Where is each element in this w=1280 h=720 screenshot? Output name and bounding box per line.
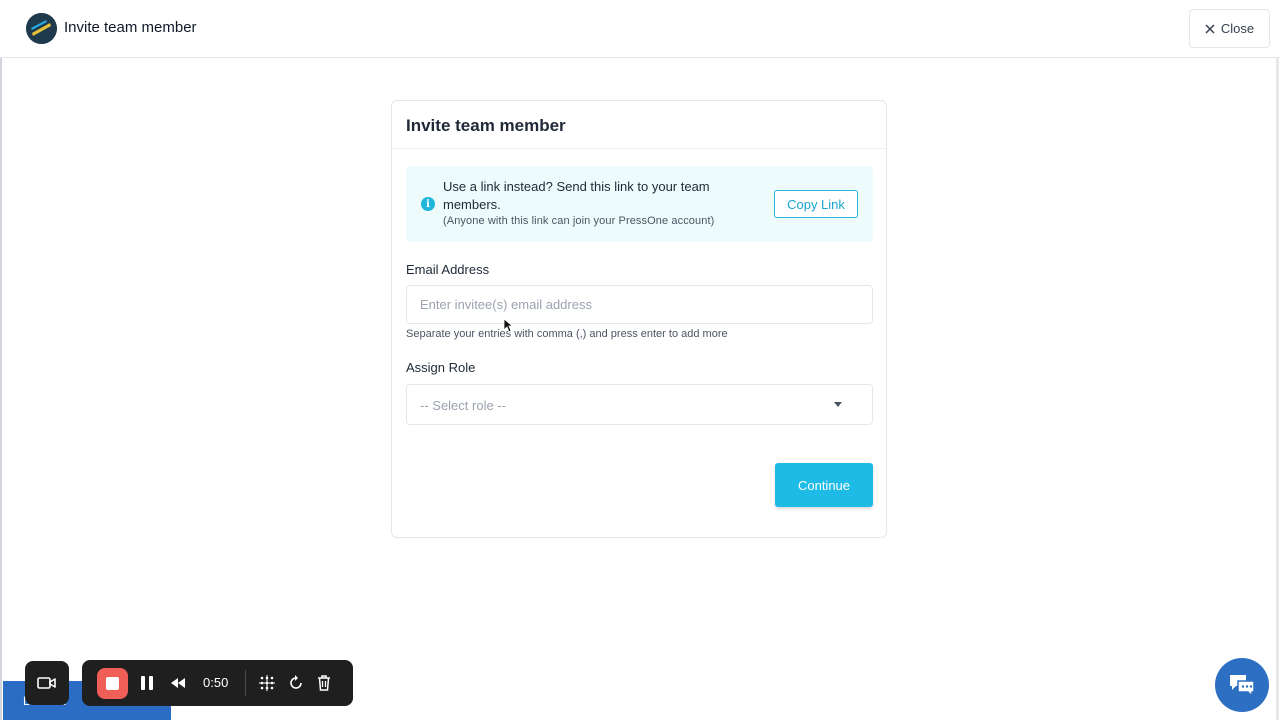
camera-toggle-button[interactable] xyxy=(25,661,69,705)
close-button-label: Close xyxy=(1220,21,1255,36)
draw-grid-icon[interactable] xyxy=(258,674,276,692)
info-main-text: Use a link instead? Send this link to yo… xyxy=(443,179,710,212)
left-border xyxy=(0,58,2,720)
info-sub-text: (Anyone with this link can join your Pre… xyxy=(443,215,715,227)
rewind-icon[interactable] xyxy=(169,674,187,692)
close-icon xyxy=(1205,23,1215,34)
invite-card: Invite team member i Use a link instead?… xyxy=(391,100,887,538)
continue-button[interactable]: Continue xyxy=(775,463,873,507)
card-title: Invite team member xyxy=(406,116,566,135)
recording-toolbar: 0:50 xyxy=(82,660,353,706)
email-label: Email Address xyxy=(406,262,490,277)
restart-icon[interactable] xyxy=(287,674,305,692)
pressone-logo-icon xyxy=(26,13,57,44)
copy-link-button[interactable]: Copy Link xyxy=(774,190,858,218)
email-input[interactable] xyxy=(406,285,873,324)
role-label: Assign Role xyxy=(406,360,476,375)
pause-icon[interactable] xyxy=(138,674,156,692)
toolbar-divider xyxy=(245,670,246,696)
chevron-down-icon xyxy=(834,402,842,407)
invite-link-info: i Use a link instead? Send this link to … xyxy=(406,166,873,242)
recording-timer: 0:50 xyxy=(203,675,229,690)
top-bar: Invite team member Close xyxy=(0,0,1280,58)
info-icon: i xyxy=(421,197,435,211)
chat-launcher-button[interactable] xyxy=(1215,658,1269,712)
close-button[interactable]: Close xyxy=(1189,9,1270,48)
card-divider xyxy=(392,148,886,149)
page-title: Invite team member xyxy=(64,19,197,36)
stop-icon xyxy=(106,677,119,690)
scrollbar-track[interactable] xyxy=(1276,58,1279,720)
email-helper-text: Separate your entries with comma (,) and… xyxy=(406,328,728,340)
stop-recording-button[interactable] xyxy=(97,668,128,699)
trash-icon[interactable] xyxy=(315,674,333,692)
video-camera-icon xyxy=(37,677,56,689)
chat-bubble-icon xyxy=(1230,675,1255,697)
role-select-value: -- Select role -- xyxy=(420,398,506,413)
role-select[interactable]: -- Select role -- xyxy=(406,384,873,425)
mouse-cursor-icon xyxy=(503,318,513,333)
